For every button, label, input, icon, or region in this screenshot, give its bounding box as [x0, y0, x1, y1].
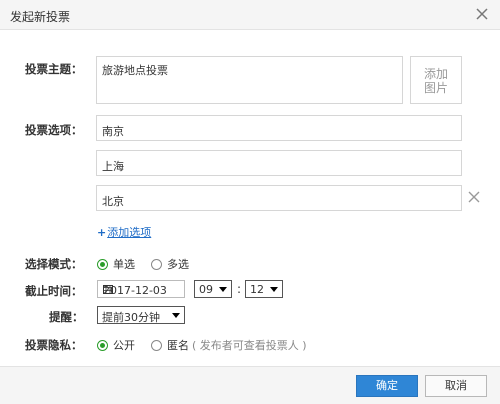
time-separator: :: [237, 282, 242, 296]
radio-selected-icon: [97, 339, 108, 351]
deadline-date-input[interactable]: 2017-12-03: [97, 280, 185, 298]
radio-unselected-icon: [151, 339, 162, 351]
radio-unselected-icon: [151, 258, 162, 270]
add-option-text: 添加选项: [107, 226, 152, 239]
privacy-anonymous-label: 匿名: [167, 339, 189, 352]
deadline-label: 截止时间：: [25, 284, 83, 298]
deadline-hour-select[interactable]: 09: [194, 280, 232, 298]
mode-multi-label: 多选: [167, 258, 189, 271]
add-option-plus: +: [97, 226, 107, 239]
add-image-label-1: 添加: [423, 67, 448, 81]
radio-selected-icon: [97, 258, 108, 270]
add-image-button[interactable]: 添加 图片: [410, 56, 462, 104]
mode-single-label: 单选: [113, 258, 135, 271]
confirm-button[interactable]: 确定: [356, 375, 418, 397]
mode-single-radio[interactable]: 单选: [97, 256, 135, 272]
options-label: 投票选项：: [25, 123, 83, 137]
mode-label: 选择模式：: [25, 257, 83, 271]
mode-multi-radio[interactable]: 多选: [151, 256, 189, 272]
privacy-anonymous-hint: ( 发布者可查看投票人 ): [192, 339, 307, 352]
dropdown-arrow-icon: [219, 287, 227, 292]
option-input-2[interactable]: 上海: [96, 150, 462, 176]
topic-label: 投票主题：: [25, 62, 83, 76]
option-input-1[interactable]: 南京: [96, 115, 462, 141]
option-value-2: 上海: [102, 160, 124, 173]
option-input-3[interactable]: 北京: [96, 185, 462, 211]
close-icon[interactable]: [472, 4, 492, 24]
cancel-button[interactable]: 取消: [425, 375, 487, 397]
add-image-label-2: 图片: [423, 81, 448, 95]
deadline-minute-select[interactable]: 12: [245, 280, 283, 298]
dialog-titlebar: 发起新投票: [0, 0, 500, 30]
add-option-link[interactable]: +添加选项: [97, 224, 151, 240]
privacy-public-radio[interactable]: 公开: [97, 337, 135, 353]
option-value-3: 北京: [102, 195, 124, 208]
privacy-anonymous-radio[interactable]: 匿名 ( 发布者可查看投票人 ): [151, 337, 307, 353]
deadline-hour-value: 09: [199, 283, 213, 296]
dialog-title: 发起新投票: [10, 10, 71, 24]
topic-input[interactable]: 旅游地点投票: [96, 56, 403, 104]
dropdown-arrow-icon: [270, 287, 278, 292]
reminder-select[interactable]: 提前30分钟: [97, 306, 185, 324]
remove-option-icon[interactable]: [467, 190, 481, 204]
dropdown-arrow-icon: [172, 313, 180, 318]
option-value-1: 南京: [102, 125, 124, 138]
privacy-public-label: 公开: [113, 339, 135, 352]
calendar-icon[interactable]: [103, 284, 113, 294]
reminder-label: 提醒：: [49, 310, 84, 324]
privacy-label: 投票隐私：: [25, 338, 83, 352]
deadline-minute-value: 12: [250, 283, 264, 296]
topic-value: 旅游地点投票: [102, 64, 168, 77]
reminder-value: 提前30分钟: [102, 311, 160, 324]
